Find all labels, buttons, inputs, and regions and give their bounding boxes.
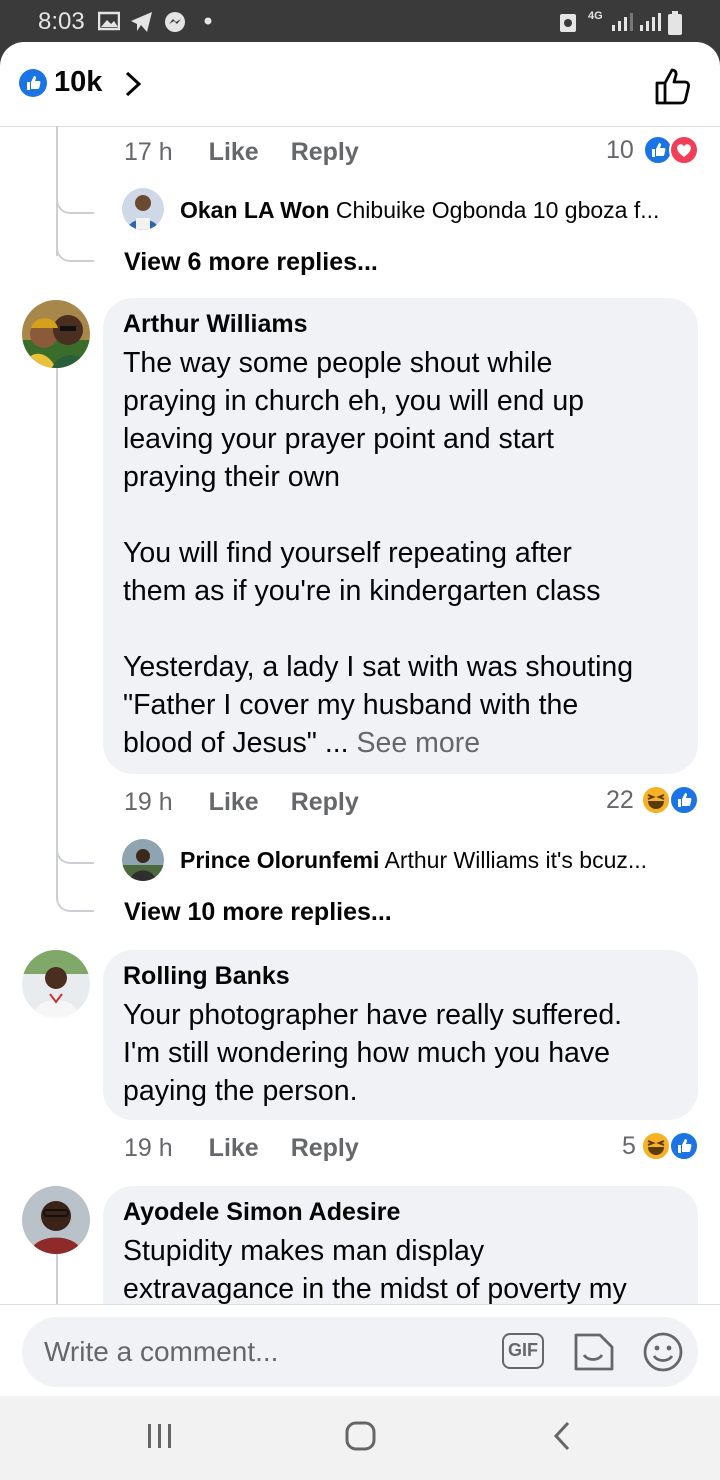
avatar[interactable]	[22, 300, 90, 368]
gif-label: GIF	[508, 1340, 538, 1360]
telegram-icon	[131, 12, 152, 32]
comment-composer: Write a comment... GIF	[0, 1304, 720, 1396]
avatar[interactable]	[22, 950, 90, 1018]
view-more-replies[interactable]: View 6 more replies...	[124, 248, 378, 277]
see-more-link[interactable]: See more	[357, 727, 481, 759]
reply-button[interactable]: Reply	[291, 138, 359, 166]
comment-time: 19 h	[124, 1134, 173, 1162]
gallery-icon	[98, 11, 120, 31]
comment-input-placeholder: Write a comment...	[44, 1336, 279, 1367]
comment-bubble[interactable]: Rolling Banks Your photographer have rea…	[103, 950, 698, 1120]
sticker-icon[interactable]	[570, 1329, 616, 1375]
data-saver-icon	[560, 14, 576, 32]
home-icon[interactable]	[344, 1420, 378, 1452]
like-post-icon[interactable]	[654, 66, 694, 106]
thread-connector	[56, 222, 94, 262]
reactions-summary[interactable]: 10k	[18, 64, 148, 108]
status-time: 8:03	[38, 8, 85, 35]
likes-count: 10k	[54, 66, 103, 98]
comment-text: Stupidity makes man display extravagance…	[123, 1235, 627, 1305]
reaction-icons[interactable]	[640, 784, 700, 816]
reply-author: Prince Olorunfemi	[180, 847, 380, 873]
back-icon[interactable]	[550, 1420, 574, 1452]
reply-text: Chibuike Ogbonda 10 gboza f...	[335, 197, 660, 223]
comment-body: The way some people shout while praying …	[123, 347, 634, 759]
reaction-icons[interactable]	[642, 134, 700, 166]
network-type: 4G	[588, 10, 603, 22]
status-bar: 8:03 4G	[0, 0, 720, 44]
reply-text: Arthur Williams it's bcuz...	[384, 847, 648, 873]
view-more-replies[interactable]: View 10 more replies...	[124, 898, 392, 927]
avatar[interactable]	[122, 839, 164, 881]
comments-sheet: 10k 17 h Like Reply 10 Okan LA Won Chibuik…	[0, 42, 720, 1396]
signal-icon	[612, 13, 633, 31]
thread-connector	[56, 822, 94, 864]
comment-input[interactable]: Write a comment... GIF	[22, 1317, 698, 1387]
like-button[interactable]: Like	[209, 788, 259, 816]
reply-preview[interactable]: Prince Olorunfemi Arthur Williams it's b…	[180, 847, 647, 874]
reply-author: Okan LA Won	[180, 197, 330, 223]
comment-author[interactable]: Rolling Banks	[123, 962, 290, 991]
comment-text: Your photographer have really suffered. …	[123, 999, 623, 1107]
sheet-header: 10k	[0, 42, 720, 127]
reply-button[interactable]: Reply	[291, 788, 359, 816]
avatar[interactable]	[122, 188, 164, 230]
comment-author[interactable]: Ayodele Simon Adesire	[123, 1198, 400, 1227]
recent-apps-icon[interactable]	[145, 1422, 175, 1450]
reply-preview[interactable]: Okan LA Won Chibuike Ogbonda 10 gboza f.…	[180, 197, 659, 224]
thread-line	[56, 368, 58, 894]
comment-meta: 19 h Like Reply	[124, 788, 391, 817]
reply-button[interactable]: Reply	[291, 1134, 359, 1162]
thread-connector	[56, 872, 94, 912]
reaction-icons[interactable]	[640, 1130, 700, 1162]
reaction-count: 22	[606, 786, 634, 814]
like-button[interactable]: Like	[209, 138, 259, 166]
like-reaction-icon	[19, 69, 47, 97]
comment-time: 19 h	[124, 788, 173, 816]
signal-icon-2	[640, 13, 661, 31]
love-reaction-icon	[669, 135, 699, 165]
chevron-right-icon	[125, 71, 142, 97]
system-nav-bar	[0, 1396, 720, 1480]
thread-connector	[56, 172, 94, 214]
reaction-count: 5	[622, 1132, 636, 1160]
emoji-icon[interactable]	[642, 1331, 684, 1373]
avatar[interactable]	[22, 1186, 90, 1254]
comment-meta: 19 h Like Reply	[124, 1134, 391, 1163]
like-reaction-icon	[669, 1131, 699, 1161]
comment-text: The way some people shout while praying …	[123, 344, 676, 762]
battery-icon	[668, 11, 682, 35]
like-button[interactable]: Like	[209, 1134, 259, 1162]
comment-meta: 17 h Like Reply	[124, 138, 391, 167]
messenger-icon	[165, 12, 185, 32]
comment-bubble[interactable]: Arthur Williams The way some people shou…	[103, 298, 698, 774]
more-notifications-icon	[204, 17, 212, 25]
comment-author[interactable]: Arthur Williams	[123, 310, 308, 339]
comment-time: 17 h	[124, 138, 173, 166]
reaction-count: 10	[606, 136, 634, 164]
like-reaction-icon	[669, 785, 699, 815]
gif-button[interactable]: GIF	[502, 1333, 544, 1369]
